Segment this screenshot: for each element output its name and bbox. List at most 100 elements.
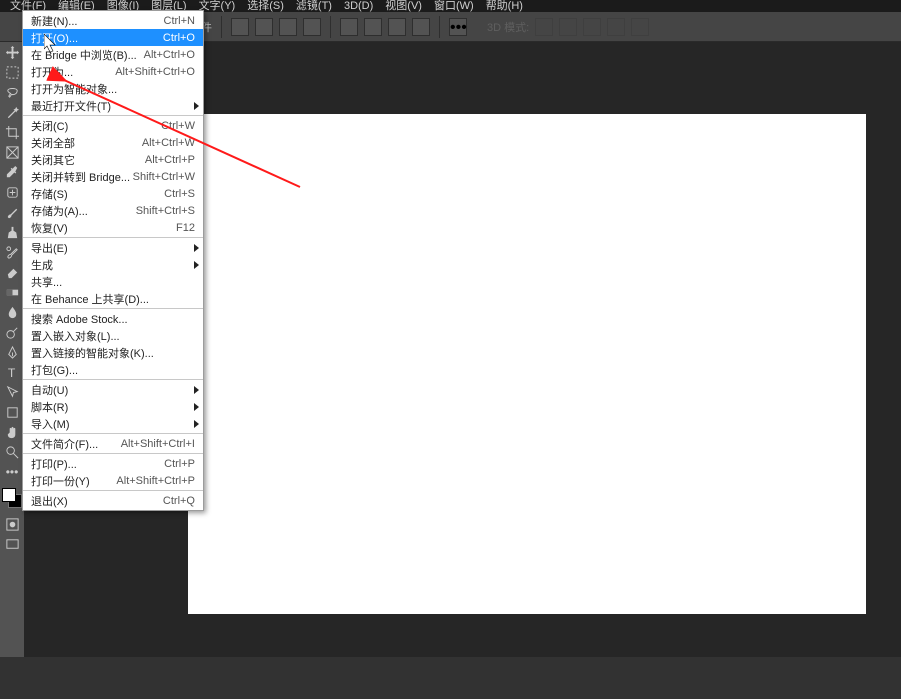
menu-滤镜t[interactable]: 滤镜(T) (290, 0, 338, 12)
menu-item-shortcut: Ctrl+W (161, 120, 195, 132)
menu-item-label: 生成 (31, 257, 53, 273)
svg-text:T: T (7, 366, 15, 380)
align-center-h-icon[interactable] (255, 18, 273, 36)
menu-item-label: 关闭其它 (31, 152, 75, 168)
menu-item-label: 自动(U) (31, 382, 68, 398)
screen-mode-icon[interactable] (0, 534, 24, 554)
menu-item-label: 存储(S) (31, 186, 68, 202)
menu-item-label: 在 Bridge 中浏览(B)... (31, 47, 137, 63)
crop-tool-icon[interactable] (0, 122, 24, 142)
menu-item-label: 置入嵌入对象(L)... (31, 328, 120, 344)
menu-separator (23, 237, 203, 238)
shape-tool-icon[interactable] (0, 402, 24, 422)
menu-item-打印p[interactable]: 打印(P)...Ctrl+P (23, 455, 203, 472)
canvas[interactable] (188, 114, 866, 614)
menu-item-label: 打印一份(Y) (31, 473, 90, 489)
marquee-tool-icon[interactable] (0, 62, 24, 82)
menu-item-label: 退出(X) (31, 493, 68, 509)
menu-item-导出e[interactable]: 导出(E) (23, 239, 203, 256)
menu-item-文件简介f[interactable]: 文件简介(F)...Alt+Shift+Ctrl+I (23, 435, 203, 452)
menu-item-shortcut: Ctrl+O (163, 32, 195, 44)
menu-item-自动u[interactable]: 自动(U) (23, 381, 203, 398)
distribute-center-h-icon[interactable] (412, 18, 430, 36)
menu-item-脚本r[interactable]: 脚本(R) (23, 398, 203, 415)
dodge-tool-icon[interactable] (0, 322, 24, 342)
menu-item-生成[interactable]: 生成 (23, 256, 203, 273)
menu-item-label: 关闭并转到 Bridge... (31, 169, 130, 185)
menu-item-打开为智能对象[interactable]: 打开为智能对象... (23, 80, 203, 97)
menu-item-最近打开文件t[interactable]: 最近打开文件(T) (23, 97, 203, 114)
align-top-icon[interactable] (303, 18, 321, 36)
menu-item-label: 搜索 Adobe Stock... (31, 311, 128, 327)
submenu-arrow-icon (194, 261, 199, 269)
menu-item-label: 脚本(R) (31, 399, 68, 415)
menu-选择s[interactable]: 选择(S) (241, 0, 290, 12)
menu-item-label: 存储为(A)... (31, 203, 88, 219)
history-brush-tool-icon[interactable] (0, 242, 24, 262)
type-tool-icon[interactable]: T (0, 362, 24, 382)
menu-item-导入m[interactable]: 导入(M) (23, 415, 203, 432)
menu-item-打开为[interactable]: 打开为...Alt+Shift+Ctrl+O (23, 63, 203, 80)
menu-item-打印一份y[interactable]: 打印一份(Y)Alt+Shift+Ctrl+P (23, 472, 203, 489)
healing-brush-tool-icon[interactable] (0, 182, 24, 202)
menu-item-关闭全部[interactable]: 关闭全部Alt+Ctrl+W (23, 134, 203, 151)
menu-item-label: 打包(G)... (31, 362, 78, 378)
distribute-bottom-icon[interactable] (388, 18, 406, 36)
magic-wand-tool-icon[interactable] (0, 102, 24, 122)
submenu-arrow-icon (194, 244, 199, 252)
align-left-icon[interactable] (231, 18, 249, 36)
zoom-tool-icon[interactable] (0, 442, 24, 462)
menu-item-共享[interactable]: 共享... (23, 273, 203, 290)
menu-item-新建n[interactable]: 新建(N)...Ctrl+N (23, 12, 203, 29)
menu-3dd[interactable]: 3D(D) (338, 0, 379, 12)
menu-item-label: 最近打开文件(T) (31, 98, 111, 114)
menu-item-退出x[interactable]: 退出(X) Ctrl+Q (23, 492, 203, 509)
clone-stamp-tool-icon[interactable] (0, 222, 24, 242)
3d-slide-icon (607, 18, 625, 36)
menu-item-shortcut: Alt+Ctrl+P (145, 154, 195, 166)
menu-item-label: 在 Behance 上共享(D)... (31, 291, 149, 307)
edit-toolbar-icon[interactable]: ••• (0, 462, 24, 482)
menu-item-搜索adobestock[interactable]: 搜索 Adobe Stock... (23, 310, 203, 327)
menu-item-shortcut: Ctrl+Q (163, 495, 195, 507)
menu-item-关闭c[interactable]: 关闭(C) Ctrl+W (23, 117, 203, 134)
frame-tool-icon[interactable] (0, 142, 24, 162)
menu-item-关闭并转到bridge[interactable]: 关闭并转到 Bridge...Shift+Ctrl+W (23, 168, 203, 185)
menu-item-打开o[interactable]: 打开(O)...Ctrl+O (23, 29, 203, 46)
menu-帮助h[interactable]: 帮助(H) (480, 0, 529, 12)
lasso-tool-icon[interactable] (0, 82, 24, 102)
blur-tool-icon[interactable] (0, 302, 24, 322)
menu-item-置入嵌入对象l[interactable]: 置入嵌入对象(L)... (23, 327, 203, 344)
eyedropper-tool-icon[interactable] (0, 162, 24, 182)
3d-orbit-icon (535, 18, 553, 36)
menu-item-关闭其它[interactable]: 关闭其它 Alt+Ctrl+P (23, 151, 203, 168)
hand-tool-icon[interactable] (0, 422, 24, 442)
menu-视图v[interactable]: 视图(V) (379, 0, 428, 12)
menu-item-存储为a[interactable]: 存储为(A)...Shift+Ctrl+S (23, 202, 203, 219)
move-tool-icon[interactable] (0, 42, 24, 62)
eraser-tool-icon[interactable] (0, 262, 24, 282)
pen-tool-icon[interactable] (0, 342, 24, 362)
menu-item-恢复v[interactable]: 恢复(V)F12 (23, 219, 203, 236)
gradient-tool-icon[interactable] (0, 282, 24, 302)
menu-窗口w[interactable]: 窗口(W) (428, 0, 480, 12)
align-right-icon[interactable] (279, 18, 297, 36)
menu-item-置入链接的智能对象k[interactable]: 置入链接的智能对象(K)... (23, 344, 203, 361)
more-options-icon[interactable]: ••• (449, 18, 467, 36)
submenu-arrow-icon (194, 386, 199, 394)
brush-tool-icon[interactable] (0, 202, 24, 222)
path-select-tool-icon[interactable] (0, 382, 24, 402)
quick-mask-icon[interactable] (0, 514, 24, 534)
menu-item-在behance上共享d[interactable]: 在 Behance 上共享(D)... (23, 290, 203, 307)
menu-item-shortcut: Ctrl+N (164, 15, 195, 27)
menu-item-shortcut: Ctrl+P (164, 458, 195, 470)
distribute-top-icon[interactable] (340, 18, 358, 36)
menu-item-shortcut: Alt+Shift+Ctrl+O (115, 66, 195, 78)
menu-item-label: 关闭(C) (31, 118, 68, 134)
color-swatch[interactable] (2, 488, 22, 508)
menu-item-在bridge中浏览b[interactable]: 在 Bridge 中浏览(B)...Alt+Ctrl+O (23, 46, 203, 63)
menu-item-存储s[interactable]: 存储(S)Ctrl+S (23, 185, 203, 202)
distribute-center-v-icon[interactable] (364, 18, 382, 36)
menu-separator (23, 453, 203, 454)
menu-item-打包g[interactable]: 打包(G)... (23, 361, 203, 378)
